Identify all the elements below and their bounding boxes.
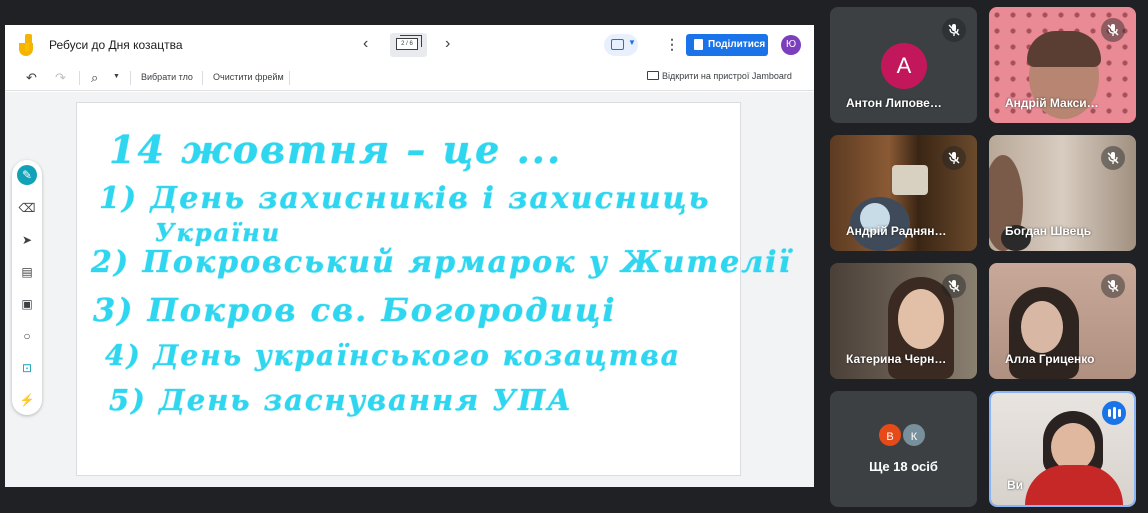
present-icon	[611, 39, 624, 50]
avatar: К	[901, 422, 927, 448]
zoom-dropdown-icon[interactable]: ▼	[113, 73, 120, 80]
participant-tile[interactable]: А Антон Липове…	[830, 7, 977, 123]
circle-shape-icon[interactable]: ○	[17, 326, 37, 346]
frame-bar-button[interactable]: 2 / 6	[390, 33, 427, 57]
participant-tile[interactable]: Андрій Макси…	[989, 7, 1136, 123]
avatar: В	[877, 422, 903, 448]
mic-off-icon	[1101, 146, 1125, 170]
mic-off-icon	[942, 18, 966, 42]
handwriting-line: 1) День захисників і захисниць	[99, 181, 711, 216]
speaking-indicator-icon	[1102, 401, 1126, 425]
chevron-down-icon: ▼	[628, 38, 636, 47]
jamboard-window: Ребуси до Дня козацтва ‹ 2 / 6 › ▼ ⋮ Под…	[5, 25, 814, 487]
canvas-area: 14 жовтня – це ... 1) День захисників і …	[5, 92, 814, 487]
mic-off-icon	[1101, 18, 1125, 42]
more-avatars: В К	[877, 422, 937, 448]
participant-name: Алла Гриценко	[1005, 352, 1095, 366]
monitor-icon	[647, 71, 659, 80]
participant-name: Ви	[1007, 478, 1024, 492]
participant-name: Андрій Макси…	[1005, 96, 1099, 110]
mic-off-icon	[942, 146, 966, 170]
handwriting-line: 3) Покров св. Богородиці	[93, 291, 617, 329]
open-on-jamboard-button[interactable]: Відкрити на пристрої Jamboard	[647, 71, 792, 81]
self-tile[interactable]: Ви	[989, 391, 1136, 507]
handwriting-line: 5) День заснування УПА	[109, 383, 573, 417]
sticky-note-icon[interactable]: ▤	[17, 262, 37, 282]
jamboard-logo-icon[interactable]	[19, 34, 35, 56]
more-participants-label: Ще 18 осіб	[869, 459, 938, 474]
participant-name: Андрій Раднян…	[846, 224, 947, 238]
mic-off-icon	[942, 274, 966, 298]
laser-icon[interactable]: ⚡	[17, 390, 37, 410]
image-icon[interactable]: ▣	[17, 294, 37, 314]
jamboard-toolbar: ↶ ↷ ⌕ ▼ Вибрати тло Очистити фрейм Відкр…	[5, 65, 814, 91]
handwriting-line: 4) День українського козацтва	[105, 339, 681, 372]
eraser-icon[interactable]: ⌫	[17, 198, 37, 218]
handwriting-line: України	[155, 218, 282, 247]
participant-tile[interactable]: Алла Гриценко	[989, 263, 1136, 379]
redo-icon[interactable]: ↷	[55, 70, 66, 86]
jamboard-topbar: Ребуси до Дня козацтва ‹ 2 / 6 › ▼ ⋮ Под…	[5, 25, 814, 65]
next-frame-icon[interactable]: ›	[445, 35, 450, 53]
frame-counter: 2 / 6	[396, 38, 418, 50]
share-button[interactable]: Поділитися	[686, 34, 768, 56]
participant-name: Катерина Черн…	[846, 352, 947, 366]
handwriting-layer: 14 жовтня – це ... 1) День захисників і …	[77, 103, 790, 477]
account-avatar[interactable]: Ю	[781, 35, 801, 55]
present-button[interactable]: ▼	[604, 34, 638, 56]
pen-icon[interactable]: ✎	[17, 165, 37, 185]
participant-name: Богдан Швець	[1005, 224, 1092, 238]
previous-frame-icon[interactable]: ‹	[363, 35, 368, 53]
document-title[interactable]: Ребуси до Дня козацтва	[49, 38, 183, 52]
undo-icon[interactable]: ↶	[26, 70, 37, 86]
avatar: А	[881, 43, 927, 89]
participant-tile[interactable]: Андрій Раднян…	[830, 135, 977, 251]
text-box-icon[interactable]: ⊡	[17, 358, 37, 378]
jam-frame[interactable]: 14 жовтня – це ... 1) День захисників і …	[76, 102, 790, 477]
zoom-icon[interactable]: ⌕	[91, 70, 98, 86]
share-button-label: Поділитися	[708, 39, 766, 50]
more-participants-tile[interactable]: В К Ще 18 осіб	[830, 391, 977, 507]
participant-tile[interactable]: Катерина Черн…	[830, 263, 977, 379]
share-doc-icon	[694, 39, 703, 50]
mic-off-icon	[1101, 274, 1125, 298]
participant-name: Антон Липове…	[846, 96, 942, 110]
set-background-button[interactable]: Вибрати тло	[141, 72, 193, 82]
side-toolbar: ✎ ⌫ ➤ ▤ ▣ ○ ⊡ ⚡	[12, 160, 42, 415]
handwriting-line: 14 жовтня – це ...	[109, 127, 563, 172]
select-pointer-icon[interactable]: ➤	[17, 230, 37, 250]
clear-frame-button[interactable]: Очистити фрейм	[213, 72, 284, 82]
open-on-jamboard-label: Відкрити на пристрої Jamboard	[662, 71, 792, 81]
more-options-icon[interactable]: ⋮	[665, 36, 679, 53]
handwriting-line: 2) Покровський ярмарок у Жителії	[91, 245, 792, 280]
participant-tile[interactable]: Богдан Швець	[989, 135, 1136, 251]
